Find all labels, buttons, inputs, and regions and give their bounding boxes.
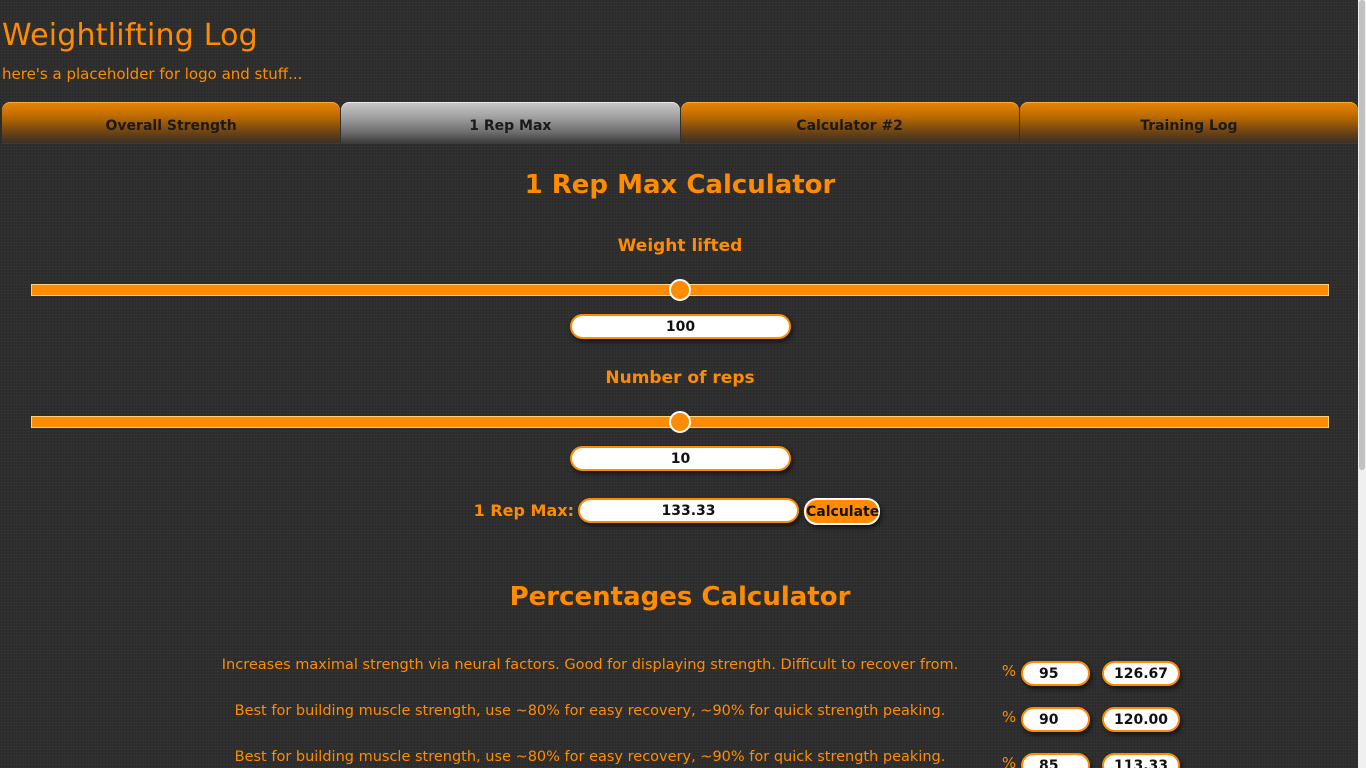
site-subtitle: here's a placeholder for logo and stuff.… <box>2 65 303 83</box>
one-rep-max-result[interactable] <box>578 498 799 523</box>
percentages-title: Percentages Calculator <box>509 582 851 612</box>
reps-slider-thumb[interactable] <box>669 411 691 433</box>
tab-bar: Overall Strength 1 Rep Max Calculator #2… <box>2 102 1358 143</box>
tab-label: 1 Rep Max <box>469 118 552 134</box>
percentage-input[interactable] <box>1021 661 1090 686</box>
tab-overall-strength[interactable]: Overall Strength <box>2 102 341 143</box>
tab-1-rep-max[interactable]: 1 Rep Max <box>341 102 680 143</box>
weight-slider-thumb[interactable] <box>669 279 691 301</box>
percentage-row-description: Best for building muscle strength, use ~… <box>234 749 946 765</box>
tab-divider <box>2 143 1358 144</box>
percentage-input[interactable] <box>1021 707 1090 732</box>
percentage-result[interactable] <box>1102 707 1180 732</box>
percentage-result[interactable] <box>1102 661 1180 686</box>
tab-label: Overall Strength <box>105 118 237 134</box>
percent-sign: % <box>1001 662 1017 680</box>
vertical-scrollbar[interactable] <box>1358 0 1366 768</box>
percent-sign: % <box>1001 708 1017 726</box>
reps-slider[interactable] <box>31 411 1329 433</box>
percentage-row-description: Best for building muscle strength, use ~… <box>234 703 946 719</box>
weight-label: Weight lifted <box>617 236 743 256</box>
page: Weightlifting Log here's a placeholder f… <box>0 0 1358 768</box>
weight-slider[interactable] <box>31 279 1329 301</box>
percent-sign: % <box>1001 754 1017 768</box>
tab-label: Training Log <box>1140 118 1238 134</box>
site-title: Weightlifting Log <box>2 18 258 53</box>
one-rep-max-label: 1 Rep Max: <box>473 501 574 520</box>
tab-label: Calculator #2 <box>796 118 903 134</box>
tab-calculator-2[interactable]: Calculator #2 <box>680 102 1019 143</box>
one-rep-max-title: 1 Rep Max Calculator <box>524 170 836 200</box>
percentage-row-description: Increases maximal strength via neural fa… <box>221 657 959 673</box>
percentage-input[interactable] <box>1021 753 1090 768</box>
reps-label: Number of reps <box>605 368 755 388</box>
scrollbar-thumb[interactable] <box>1359 0 1365 470</box>
calculate-button[interactable]: Calculate <box>804 498 880 525</box>
reps-input[interactable] <box>570 446 791 471</box>
weight-input[interactable] <box>570 314 791 339</box>
percentage-result[interactable] <box>1102 753 1180 768</box>
tab-training-log[interactable]: Training Log <box>1019 102 1358 143</box>
